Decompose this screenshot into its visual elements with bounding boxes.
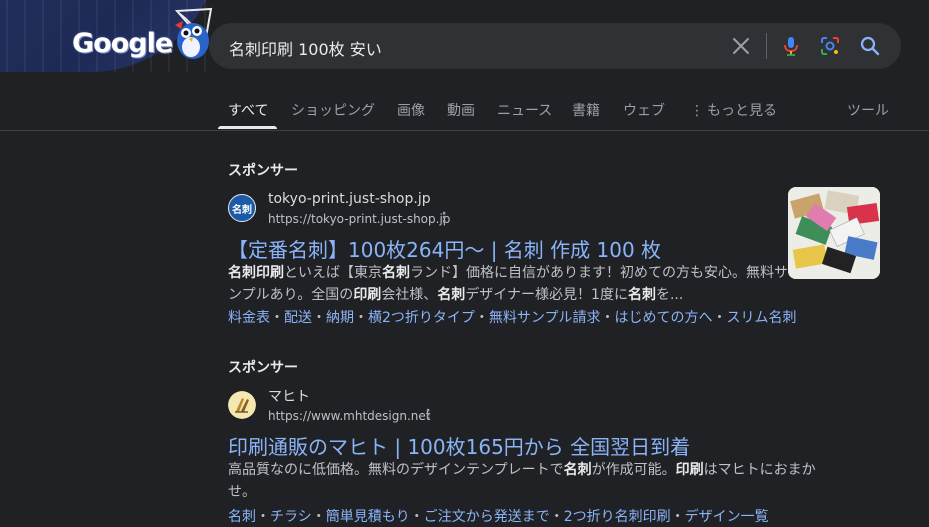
- site-url[interactable]: https://tokyo-print.just-shop.jp: [268, 212, 450, 226]
- active-tab-indicator: [218, 126, 277, 129]
- sitelink[interactable]: ご注文から発送まで: [424, 509, 550, 525]
- ad-description: 高品質なのに低価格。無料のデザインテンプレートで名刺が作成可能。印刷はマヒトにお…: [228, 459, 818, 503]
- desc-text: が作成可能。: [591, 462, 676, 478]
- search-divider: [766, 33, 767, 59]
- search-input[interactable]: 名刺印刷 100枚 安い: [229, 36, 382, 60]
- site-favicon[interactable]: [228, 391, 256, 419]
- sitelink-separator: ・: [312, 310, 326, 326]
- desc-keyword: 名刺: [627, 287, 656, 303]
- more-vert-icon: ⋮: [690, 103, 704, 119]
- sitelink[interactable]: 無料サンプル請求: [489, 310, 601, 326]
- doodle-mascot-icon: [174, 7, 213, 59]
- tab-tools[interactable]: ツール: [847, 100, 889, 120]
- sitelink[interactable]: 名刺: [228, 509, 256, 525]
- search-icon[interactable]: [858, 34, 882, 58]
- sitelink-separator: ・: [311, 509, 326, 525]
- sitelink[interactable]: 2つ折り名刺印刷: [564, 509, 671, 525]
- tab-web[interactable]: ウェブ: [623, 100, 665, 120]
- business-cards-illustration: [788, 187, 880, 279]
- sitelink[interactable]: 簡単見積もり: [326, 509, 410, 525]
- tab-videos[interactable]: 動画: [447, 100, 475, 120]
- sitelink[interactable]: 横2つ折りタイプ: [368, 310, 475, 326]
- desc-text: を...: [655, 287, 684, 303]
- sitelink-separator: ・: [256, 509, 270, 525]
- sitelink[interactable]: デザイン一覧: [685, 509, 769, 525]
- desc-keyword: 印刷: [353, 287, 382, 303]
- sponsored-label: スポンサー: [228, 163, 298, 179]
- favicon-label: 名刺: [232, 205, 252, 216]
- sitelink[interactable]: チラシ: [270, 509, 312, 525]
- sitelink-separator: ・: [270, 310, 284, 326]
- desc-text: 会社様、: [381, 287, 438, 303]
- sitelink[interactable]: はじめての方へ: [615, 310, 713, 326]
- sitelink-separator: ・: [354, 310, 368, 326]
- tab-shopping[interactable]: ショッピング: [291, 100, 375, 120]
- site-url[interactable]: https://www.mhtdesign.net: [268, 409, 431, 423]
- desc-text: デザイナー様必見！1度に: [465, 287, 628, 303]
- lens-icon[interactable]: [818, 34, 842, 58]
- desc-keyword: 名刺: [382, 265, 410, 281]
- microphone-icon[interactable]: [779, 34, 803, 58]
- tab-news[interactable]: ニュース: [497, 100, 552, 120]
- tab-more[interactable]: ⋮ もっと見る: [690, 100, 777, 120]
- clear-icon[interactable]: [729, 34, 753, 58]
- tab-all[interactable]: すべて: [228, 100, 268, 120]
- desc-keyword: 名刺: [563, 462, 592, 478]
- desc-keyword: 名刺: [437, 287, 466, 303]
- more-options-icon[interactable]: ⋮: [421, 407, 435, 423]
- ad-result-2: スポンサー マヒト https://www.mhtdesign.net ⋮ 印刷…: [228, 357, 828, 525]
- sitelink-separator: ・: [474, 310, 489, 326]
- ad-title-link[interactable]: 【定番名刺】100枚264円〜 | 名刺 作成 100 枚: [228, 234, 661, 263]
- ad-sitelinks: 名刺・チラシ・簡単見積もり・ご注文から発送まで・2つ折り名刺印刷・デザイン一覧: [228, 506, 769, 526]
- ad-result-1: スポンサー 名刺 tokyo-print.just-shop.jp https:…: [228, 160, 797, 326]
- tab-more-label: もっと見る: [707, 103, 777, 119]
- ad-title-link[interactable]: 印刷通販のマヒト | 100枚165円から 全国翌日到着: [228, 431, 690, 460]
- ad-thumbnail-image[interactable]: [788, 187, 880, 279]
- sitelink-separator: ・: [670, 509, 685, 525]
- tab-books[interactable]: 書籍: [572, 100, 600, 120]
- desc-text: といえば【東京: [284, 265, 382, 281]
- sitelink[interactable]: 納期: [326, 310, 354, 326]
- desc-keyword: 印刷: [675, 462, 704, 478]
- sitelink-separator: ・: [712, 310, 727, 326]
- sitelink[interactable]: 料金表: [228, 310, 270, 326]
- sitelink[interactable]: スリム名刺: [727, 310, 797, 326]
- desc-text: 高品質なのに低価格。無料のデザインテンプレートで: [228, 462, 564, 478]
- site-name[interactable]: マヒト: [268, 386, 310, 406]
- sitelink-separator: ・: [549, 509, 564, 525]
- sponsored-label: スポンサー: [228, 360, 298, 376]
- more-options-icon[interactable]: ⋮: [437, 210, 451, 226]
- site-favicon[interactable]: 名刺: [228, 194, 256, 222]
- search-tabs: すべて ショッピング 画像 動画 ニュース 書籍 ウェブ ⋮ もっと見る ツール: [0, 88, 929, 131]
- site-name[interactable]: tokyo-print.just-shop.jp: [268, 191, 431, 207]
- desc-keyword: 名刺印刷: [228, 265, 284, 281]
- ad-sitelinks: 料金表・配送・納期・横2つ折りタイプ・無料サンプル請求・はじめての方へ・スリム名…: [228, 307, 797, 327]
- sitelink-separator: ・: [600, 310, 615, 326]
- sitelink[interactable]: 配送: [284, 310, 312, 326]
- tab-images[interactable]: 画像: [397, 100, 425, 120]
- ad-description: 名刺印刷といえば【東京名刺ランド】価格に自信があります！初めての方も安心。無料サ…: [228, 262, 788, 306]
- search-bar[interactable]: 名刺印刷 100枚 安い: [209, 23, 901, 69]
- sitelink-separator: ・: [409, 509, 424, 525]
